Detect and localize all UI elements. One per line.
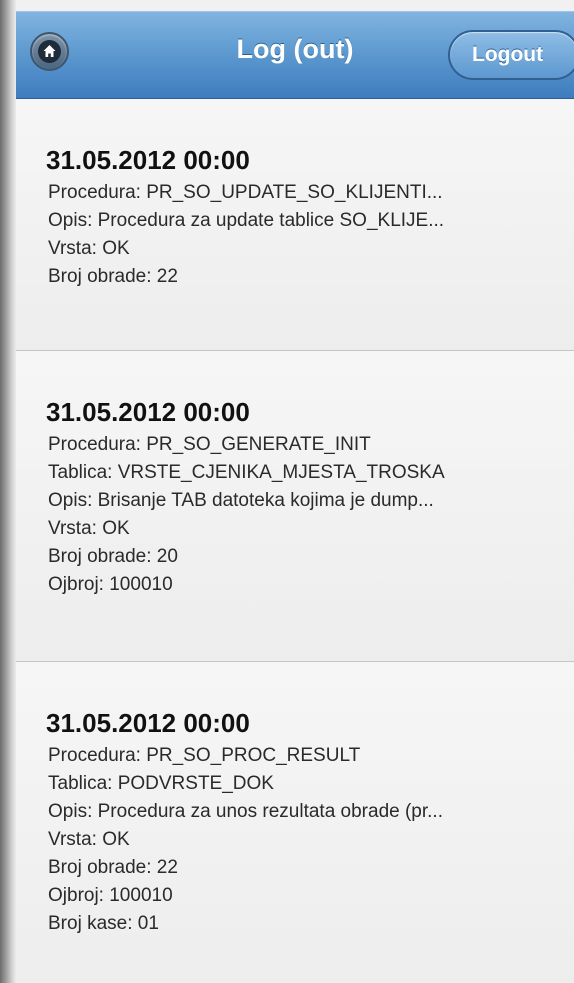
log-entry-vrsta: Vrsta: OK	[48, 518, 130, 539]
log-entry-datetime: 31.05.2012 00:00	[46, 708, 250, 738]
log-entry-vrsta: Vrsta: OK	[48, 829, 130, 850]
logout-button[interactable]: Logout	[448, 30, 574, 80]
log-entry-ojbroj: Ojbroj: 100010	[48, 574, 173, 595]
log-entry-vrsta: Vrsta: OK	[48, 238, 130, 259]
page: Log (out) Logout 31.05.2012 00:00 Proced…	[16, 0, 574, 983]
log-list: 31.05.2012 00:00 Procedura: PR_SO_UPDATE…	[16, 99, 574, 983]
log-entry-broj-obrade: Broj obrade: 22	[48, 266, 178, 287]
log-entry-procedura: Procedura: PR_SO_PROC_RESULT	[48, 745, 361, 766]
log-entry-datetime: 31.05.2012 00:00	[46, 397, 250, 427]
log-entry-procedura: Procedura: PR_SO_GENERATE_INIT	[48, 434, 371, 455]
log-entry[interactable]: 31.05.2012 00:00 Procedura: PR_SO_UPDATE…	[16, 99, 574, 351]
log-entry-opis: Opis: Procedura za update tablice SO_KLI…	[48, 210, 445, 231]
log-entry-procedura: Procedura: PR_SO_UPDATE_SO_KLIJENTI...	[48, 182, 443, 203]
log-entry-tablica: Tablica: PODVRSTE_DOK	[48, 773, 274, 794]
log-entry-opis: Opis: Brisanje TAB datoteka kojima je du…	[48, 490, 434, 511]
log-entry-opis: Opis: Procedura za unos rezultata obrade…	[48, 801, 443, 822]
log-entry-broj-obrade: Broj obrade: 20	[48, 546, 178, 567]
log-entry-broj-kase: Broj kase: 01	[48, 913, 159, 934]
log-entry-datetime: 31.05.2012 00:00	[46, 145, 250, 175]
left-shadow-rail	[0, 0, 16, 983]
log-entry[interactable]: 31.05.2012 00:00 Procedura: PR_SO_PROC_R…	[16, 662, 574, 983]
log-entry-ojbroj: Ojbroj: 100010	[48, 885, 173, 906]
header-bar: Log (out) Logout	[16, 11, 574, 99]
log-entry[interactable]: 31.05.2012 00:00 Procedura: PR_SO_GENERA…	[16, 351, 574, 662]
log-entry-broj-obrade: Broj obrade: 22	[48, 857, 178, 878]
log-entry-tablica: Tablica: VRSTE_CJENIKA_MJESTA_TROSKA	[48, 462, 445, 483]
